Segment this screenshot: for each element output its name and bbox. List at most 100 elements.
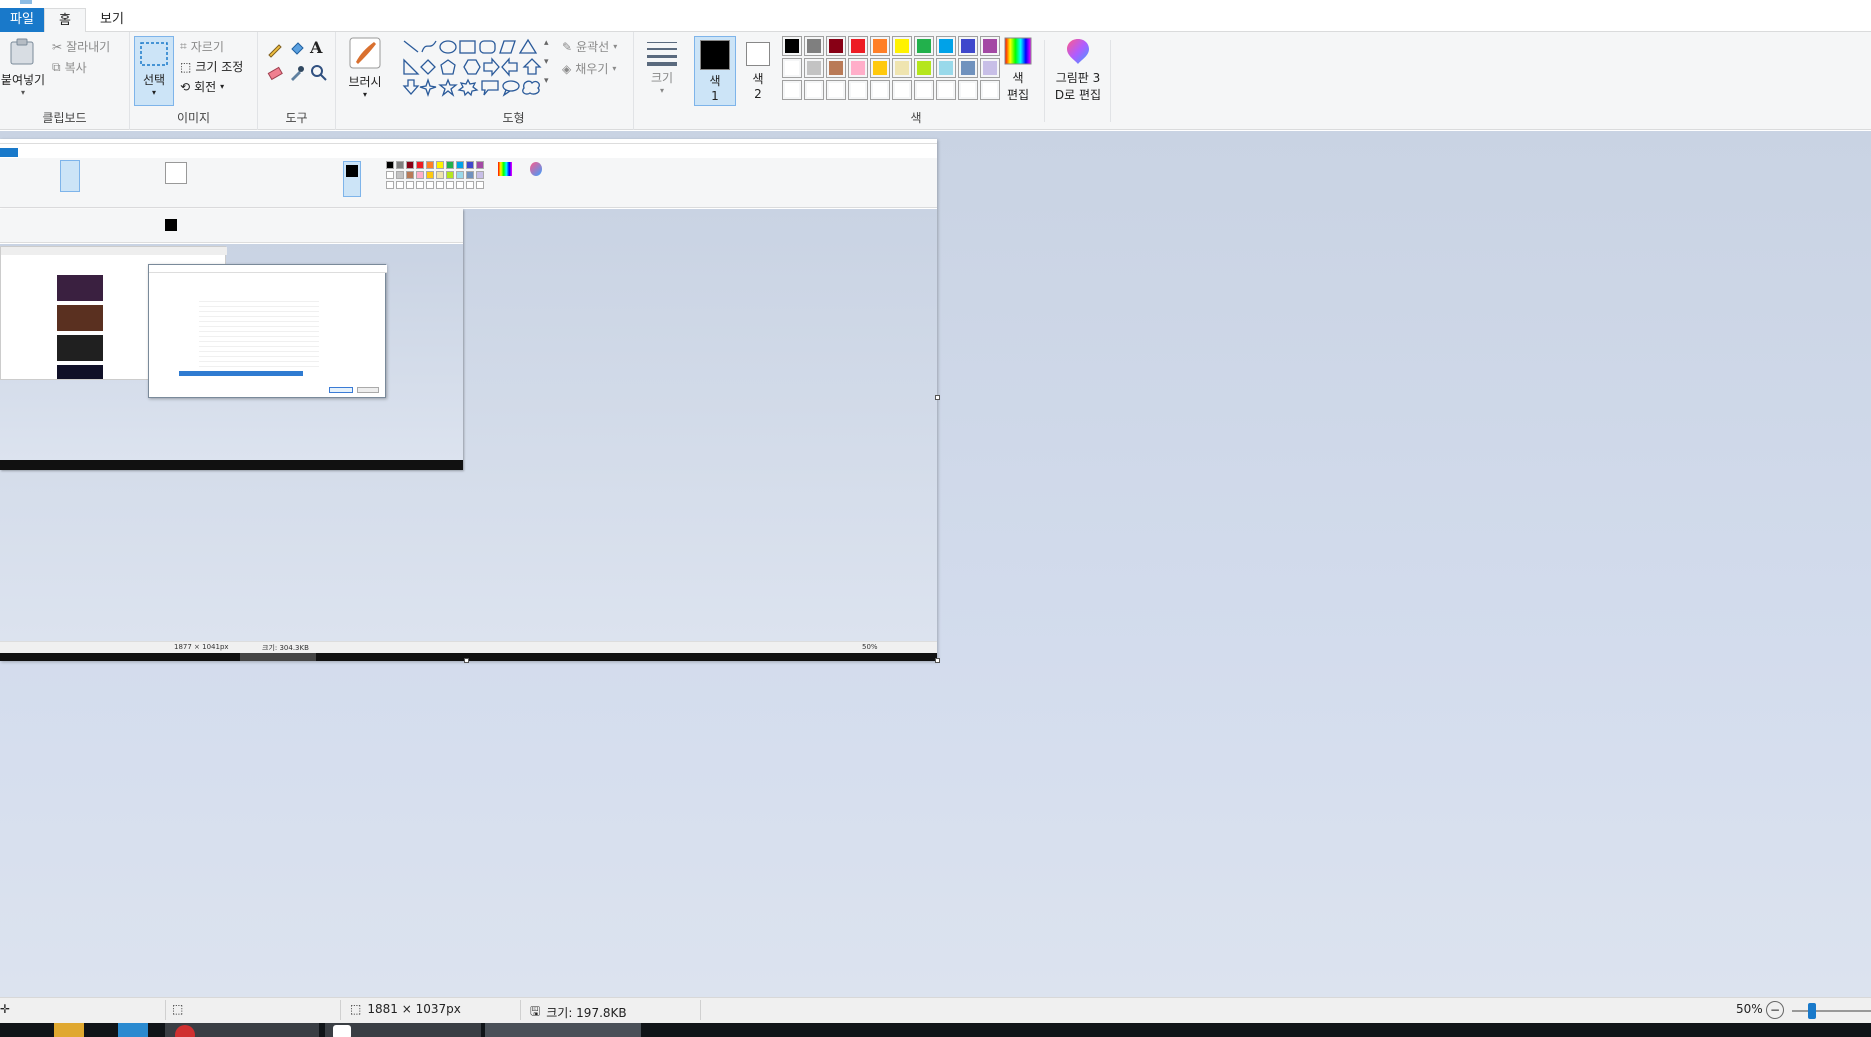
fill-icon[interactable] [288, 40, 306, 58]
color-swatch[interactable] [980, 36, 1000, 56]
zoom-slider-track[interactable] [1792, 1010, 1871, 1012]
color-swatch[interactable] [782, 36, 802, 56]
copy-icon: ⧉ [52, 60, 61, 74]
status-separator [700, 1000, 701, 1020]
tab-home[interactable]: 홈 [44, 8, 86, 32]
nested-color-swatch [416, 171, 424, 179]
browser-icon[interactable] [118, 1023, 148, 1037]
color-swatch[interactable] [848, 80, 868, 100]
nested-color-swatch [476, 161, 484, 169]
color-swatch[interactable] [804, 80, 824, 100]
nested-color-swatch [466, 171, 474, 179]
image-group: 선택 ▾ ⌗ 자르기 ⬚ 크기 조정 ⟲ 회전 ▾ 이미지 [130, 32, 258, 130]
color-swatch[interactable] [804, 36, 824, 56]
color-swatch[interactable] [826, 80, 846, 100]
color-swatch[interactable] [782, 80, 802, 100]
chevron-down-icon: ▾ [20, 88, 25, 97]
tab-file[interactable]: 파일 [0, 8, 44, 32]
resize-button[interactable]: ⬚ 크기 조정 [180, 58, 243, 75]
status-bar: ✛ ⬚ ⬚ 1881 × 1037px 🖫 크기: 197.8KB 50% − [0, 997, 1871, 1023]
magnifier-icon[interactable] [310, 64, 328, 82]
color-swatch[interactable] [914, 58, 934, 78]
image-canvas[interactable]: 1877 × 1041px 크기: 304.3KB 50% [0, 139, 937, 661]
taskbar-app-1[interactable] [165, 1023, 319, 1037]
select-button[interactable]: 선택 ▾ [134, 36, 174, 106]
chevron-down-icon: ▾ [659, 86, 664, 95]
cut-button[interactable]: ✂ 잘라내기 [52, 38, 110, 55]
file-explorer-icon[interactable] [54, 1023, 84, 1037]
brush-icon [349, 37, 381, 69]
nested-color-swatch [436, 181, 444, 189]
tools-group: A 도구 [258, 32, 336, 130]
fill-label: 채우기 [575, 62, 609, 76]
size-button[interactable]: 크기 ▾ [642, 38, 682, 95]
zoom-out-button[interactable]: − [1766, 1001, 1784, 1019]
edit-colors-button[interactable]: 색 편집 [1000, 36, 1036, 103]
pencil-icon[interactable] [266, 40, 284, 58]
color-swatch[interactable] [870, 80, 890, 100]
taskbar-app-2[interactable] [325, 1023, 481, 1037]
color-swatch[interactable] [936, 58, 956, 78]
color-swatch[interactable] [980, 80, 1000, 100]
image-dimensions: ⬚ 1881 × 1037px [350, 1002, 461, 1016]
nested-color-swatch [386, 161, 394, 169]
color-swatch[interactable] [958, 58, 978, 78]
color2-button[interactable]: 색 2 [740, 36, 776, 106]
color-swatch[interactable] [980, 58, 1000, 78]
color-swatch[interactable] [782, 58, 802, 78]
rotate-label: 회전 [194, 80, 217, 94]
start-icon[interactable] [0, 1023, 28, 1037]
color-picker-icon[interactable] [288, 64, 306, 82]
resize-handle-right[interactable] [935, 395, 940, 400]
nested-color-swatch [416, 181, 424, 189]
color-swatch[interactable] [958, 80, 978, 100]
tab-view[interactable]: 보기 [88, 8, 136, 32]
ribbon: 붙여넣기 ▾ ✂ 잘라내기 ⧉ 복사 클립보드 선택 ▾ ⌗ 자르기 ⬚ 크기 … [0, 32, 1871, 130]
color-swatch[interactable] [848, 58, 868, 78]
paint3d-button[interactable]: 그림판 3 D로 편집 [1050, 36, 1106, 103]
resize-handle-corner[interactable] [935, 658, 940, 663]
nested-color-swatch [456, 181, 464, 189]
copy-button[interactable]: ⧉ 복사 [52, 59, 87, 76]
color-swatch[interactable] [826, 36, 846, 56]
save-icon[interactable] [20, 0, 32, 4]
color-swatch[interactable] [892, 58, 912, 78]
shapes-scroll[interactable]: ▴ ▾ ▾ [544, 34, 549, 91]
text-icon[interactable]: A [310, 38, 328, 57]
color-swatch[interactable] [848, 36, 868, 56]
eraser-icon[interactable] [266, 64, 284, 82]
nested-color-swatch [426, 171, 434, 179]
color1-button[interactable]: 색 1 [694, 36, 736, 106]
color-swatch[interactable] [914, 36, 934, 56]
color-swatch[interactable] [892, 36, 912, 56]
file-size: 🖫 크기: 197.8KB [530, 1002, 627, 1023]
chevron-down-icon: ▾ [613, 42, 618, 51]
color-swatch[interactable] [958, 36, 978, 56]
color-swatch[interactable] [914, 80, 934, 100]
zoom-slider-thumb[interactable] [1808, 1003, 1816, 1019]
brushes-button[interactable]: 브러시 ▾ [342, 36, 388, 99]
ribbon-divider [1044, 40, 1045, 122]
tools-group-label: 도구 [285, 111, 308, 125]
color-swatch[interactable] [870, 36, 890, 56]
taskbar-app-paint[interactable] [485, 1023, 641, 1037]
nested-color-swatch [396, 181, 404, 189]
crop-button[interactable]: ⌗ 자르기 [180, 38, 224, 55]
outline-button[interactable]: ✎ 윤곽선 ▾ [562, 38, 617, 55]
color-swatch[interactable] [936, 80, 956, 100]
rotate-button[interactable]: ⟲ 회전 ▾ [180, 78, 224, 95]
paste-button[interactable]: 붙여넣기 ▾ [0, 36, 46, 97]
paste-label: 붙여넣기 [0, 73, 46, 87]
shapes-gallery[interactable] [402, 38, 552, 100]
resize-handle-bottom[interactable] [464, 658, 469, 663]
nested-ribbon [0, 158, 937, 208]
nested-filesize: 크기: 304.3KB [262, 644, 309, 652]
scissors-icon: ✂ [52, 39, 63, 54]
color-swatch[interactable] [936, 36, 956, 56]
brushes-group: 브러시 ▾ [336, 32, 394, 130]
color-swatch[interactable] [892, 80, 912, 100]
color-swatch[interactable] [826, 58, 846, 78]
color-swatch[interactable] [870, 58, 890, 78]
fill-button[interactable]: ◈ 채우기 ▾ [562, 60, 616, 77]
color-swatch[interactable] [804, 58, 824, 78]
